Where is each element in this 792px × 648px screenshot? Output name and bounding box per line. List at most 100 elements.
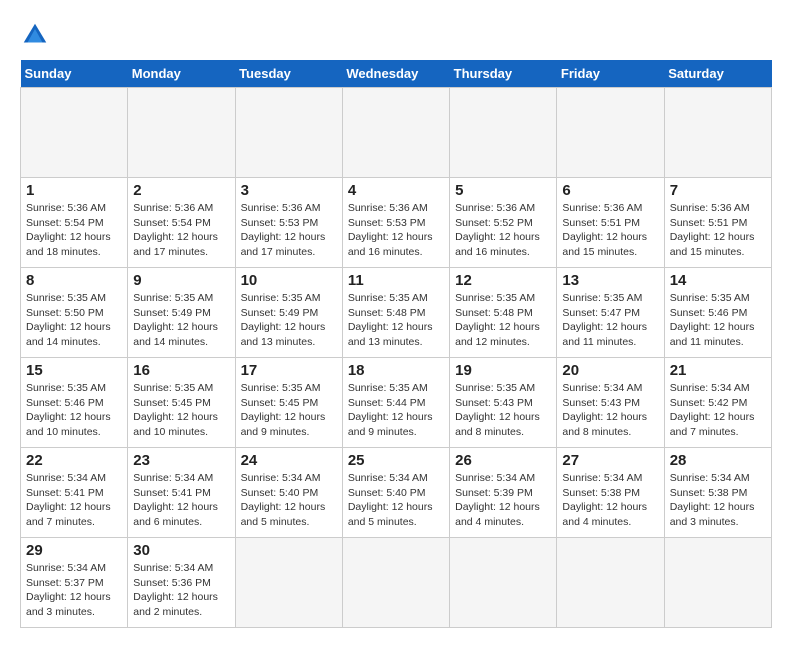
day-number: 28 [670,452,766,469]
day-number: 11 [348,272,444,289]
day-number: 8 [26,272,122,289]
day-number: 27 [562,452,658,469]
day-number: 19 [455,362,551,379]
day-number: 4 [348,182,444,199]
day-info: Sunrise: 5:34 AM Sunset: 5:43 PM Dayligh… [562,381,658,440]
week-row: 15 Sunrise: 5:35 AM Sunset: 5:46 PM Dayli… [21,358,772,448]
day-info: Sunrise: 5:34 AM Sunset: 5:41 PM Dayligh… [133,471,229,530]
day-number: 23 [133,452,229,469]
day-info: Sunrise: 5:36 AM Sunset: 5:54 PM Dayligh… [26,201,122,260]
table-row: 29 Sunrise: 5:34 AM Sunset: 5:37 PM Dayli… [21,538,128,628]
table-row: 25 Sunrise: 5:34 AM Sunset: 5:40 PM Dayli… [342,448,449,538]
week-row: 1 Sunrise: 5:36 AM Sunset: 5:54 PM Daylig… [21,178,772,268]
day-info: Sunrise: 5:36 AM Sunset: 5:51 PM Dayligh… [670,201,766,260]
table-row: 3Sunrise: 5:36 AM Sunset: 5:53 PM Daylig… [235,178,342,268]
day-info: Sunrise: 5:35 AM Sunset: 5:46 PM Dayligh… [670,291,766,350]
day-number: 12 [455,272,551,289]
day-number: 21 [670,362,766,379]
day-number: 9 [133,272,229,289]
col-monday: Monday [128,60,235,88]
table-row [664,88,771,178]
table-row: 8 Sunrise: 5:35 AM Sunset: 5:50 PM Daylig… [21,268,128,358]
day-number: 15 [26,362,122,379]
day-info: Sunrise: 5:34 AM Sunset: 5:39 PM Dayligh… [455,471,551,530]
day-info: Sunrise: 5:34 AM Sunset: 5:40 PM Dayligh… [348,471,444,530]
day-number: 25 [348,452,444,469]
day-number: 22 [26,452,122,469]
day-info: Sunrise: 5:35 AM Sunset: 5:47 PM Dayligh… [562,291,658,350]
day-info: Sunrise: 5:34 AM Sunset: 5:41 PM Dayligh… [26,471,122,530]
day-number: 26 [455,452,551,469]
table-row: 12Sunrise: 5:35 AM Sunset: 5:48 PM Dayli… [450,268,557,358]
day-info: Sunrise: 5:34 AM Sunset: 5:42 PM Dayligh… [670,381,766,440]
table-row: 18 Sunrise: 5:35 AM Sunset: 5:44 PM Dayli… [342,358,449,448]
day-number: 30 [133,542,229,559]
day-number: 2 [133,182,229,199]
day-number: 6 [562,182,658,199]
table-row: 6 Sunrise: 5:36 AM Sunset: 5:51 PM Daylig… [557,178,664,268]
day-number: 29 [26,542,122,559]
day-info: Sunrise: 5:34 AM Sunset: 5:38 PM Dayligh… [670,471,766,530]
day-info: Sunrise: 5:34 AM Sunset: 5:36 PM Dayligh… [133,561,229,620]
table-row: 15 Sunrise: 5:35 AM Sunset: 5:46 PM Dayli… [21,358,128,448]
day-number: 18 [348,362,444,379]
table-row: 14 Sunrise: 5:35 AM Sunset: 5:46 PM Dayli… [664,268,771,358]
week-row: 8 Sunrise: 5:35 AM Sunset: 5:50 PM Daylig… [21,268,772,358]
day-info: Sunrise: 5:35 AM Sunset: 5:49 PM Dayligh… [133,291,229,350]
page-header [20,20,772,50]
table-row [235,88,342,178]
table-row: 9 Sunrise: 5:35 AM Sunset: 5:49 PM Daylig… [128,268,235,358]
table-row: 19 Sunrise: 5:35 AM Sunset: 5:43 PM Dayli… [450,358,557,448]
logo-icon [20,20,50,50]
day-number: 13 [562,272,658,289]
col-sunday: Sunday [21,60,128,88]
table-row [342,88,449,178]
col-wednesday: Wednesday [342,60,449,88]
day-number: 17 [241,362,337,379]
day-number: 14 [670,272,766,289]
day-info: Sunrise: 5:35 AM Sunset: 5:50 PM Dayligh… [26,291,122,350]
table-row: 17 Sunrise: 5:35 AM Sunset: 5:45 PM Dayli… [235,358,342,448]
day-info: Sunrise: 5:35 AM Sunset: 5:45 PM Dayligh… [241,381,337,440]
week-row: 29 Sunrise: 5:34 AM Sunset: 5:37 PM Dayli… [21,538,772,628]
table-row: 4 Sunrise: 5:36 AM Sunset: 5:53 PM Daylig… [342,178,449,268]
table-row [664,538,771,628]
table-row: 27Sunrise: 5:34 AM Sunset: 5:38 PM Dayli… [557,448,664,538]
table-row [557,538,664,628]
day-info: Sunrise: 5:36 AM Sunset: 5:53 PM Dayligh… [241,201,337,260]
day-info: Sunrise: 5:36 AM Sunset: 5:54 PM Dayligh… [133,201,229,260]
table-row: 11Sunrise: 5:35 AM Sunset: 5:48 PM Dayli… [342,268,449,358]
table-row: 21 Sunrise: 5:34 AM Sunset: 5:42 PM Dayli… [664,358,771,448]
day-number: 20 [562,362,658,379]
table-row [450,88,557,178]
day-info: Sunrise: 5:35 AM Sunset: 5:43 PM Dayligh… [455,381,551,440]
table-row [128,88,235,178]
table-row: 1 Sunrise: 5:36 AM Sunset: 5:54 PM Daylig… [21,178,128,268]
table-row: 28 Sunrise: 5:34 AM Sunset: 5:38 PM Dayli… [664,448,771,538]
header-row: Sunday Monday Tuesday Wednesday Thursday… [21,60,772,88]
table-row: 24Sunrise: 5:34 AM Sunset: 5:40 PM Dayli… [235,448,342,538]
day-info: Sunrise: 5:35 AM Sunset: 5:45 PM Dayligh… [133,381,229,440]
table-row: 13 Sunrise: 5:35 AM Sunset: 5:47 PM Dayli… [557,268,664,358]
week-row [21,88,772,178]
week-row: 22 Sunrise: 5:34 AM Sunset: 5:41 PM Dayli… [21,448,772,538]
day-number: 5 [455,182,551,199]
table-row [342,538,449,628]
day-info: Sunrise: 5:34 AM Sunset: 5:37 PM Dayligh… [26,561,122,620]
day-info: Sunrise: 5:36 AM Sunset: 5:51 PM Dayligh… [562,201,658,260]
day-info: Sunrise: 5:36 AM Sunset: 5:53 PM Dayligh… [348,201,444,260]
day-info: Sunrise: 5:36 AM Sunset: 5:52 PM Dayligh… [455,201,551,260]
table-row: 22 Sunrise: 5:34 AM Sunset: 5:41 PM Dayli… [21,448,128,538]
table-row [235,538,342,628]
table-row: 23 Sunrise: 5:34 AM Sunset: 5:41 PM Dayli… [128,448,235,538]
logo [20,20,52,50]
day-info: Sunrise: 5:35 AM Sunset: 5:46 PM Dayligh… [26,381,122,440]
table-row: 10Sunrise: 5:35 AM Sunset: 5:49 PM Dayli… [235,268,342,358]
table-row: 16Sunrise: 5:35 AM Sunset: 5:45 PM Dayli… [128,358,235,448]
table-row: 2 Sunrise: 5:36 AM Sunset: 5:54 PM Daylig… [128,178,235,268]
table-row: 7Sunrise: 5:36 AM Sunset: 5:51 PM Daylig… [664,178,771,268]
day-number: 1 [26,182,122,199]
day-number: 10 [241,272,337,289]
table-row: 20 Sunrise: 5:34 AM Sunset: 5:43 PM Dayli… [557,358,664,448]
day-info: Sunrise: 5:35 AM Sunset: 5:44 PM Dayligh… [348,381,444,440]
